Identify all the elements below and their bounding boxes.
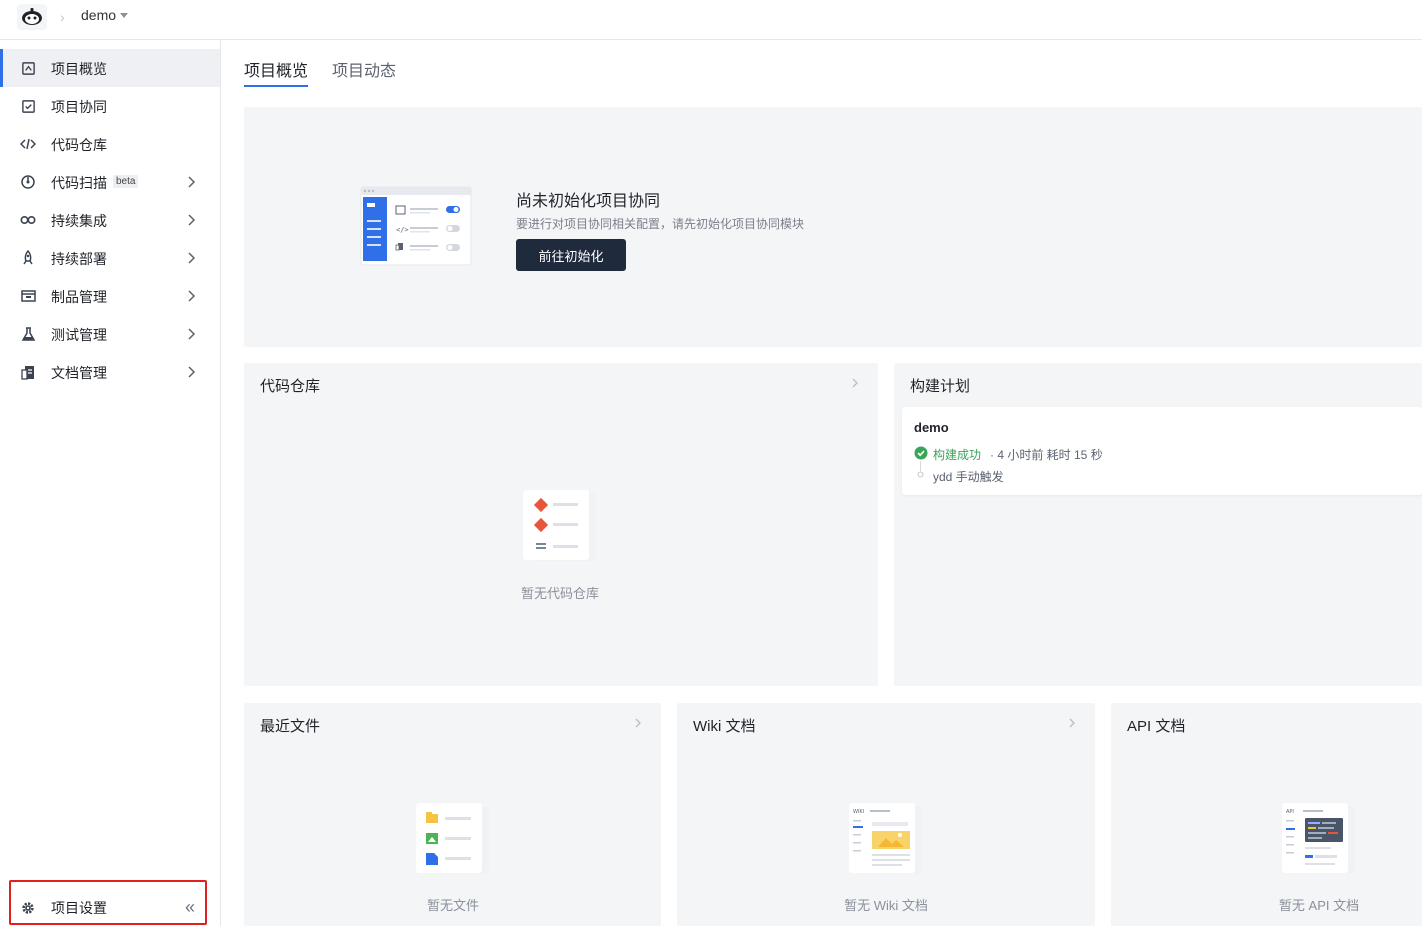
chevron-right-icon [188, 290, 196, 302]
tab-overview[interactable]: 项目概览 [244, 57, 309, 87]
sidebar-item-label: 项目协同 [51, 99, 107, 115]
sidebar-item-label: 项目概览 [51, 61, 107, 77]
sidebar-item-ci[interactable]: 持续集成 [0, 201, 220, 239]
chevron-right-icon [188, 252, 196, 264]
files-empty-text: 暂无文件 [426, 898, 479, 913]
sidebar-item-overview[interactable]: 项目概览 [0, 49, 220, 87]
code-icon [20, 136, 36, 152]
sidebar-item-collaboration[interactable]: 项目协同 [0, 87, 220, 125]
sidebar-item-label: 项目设置 [51, 900, 107, 916]
project-switcher[interactable]: demo [81, 7, 129, 23]
sidebar-item-label: 代码仓库 [51, 137, 107, 153]
checkbox-icon [20, 98, 36, 114]
document-icon [20, 364, 36, 380]
app-logo[interactable] [17, 4, 47, 30]
rocket-icon [20, 250, 36, 266]
beta-badge: beta [113, 175, 139, 188]
collapse-sidebar-icon[interactable]: « [185, 898, 195, 916]
build-card[interactable]: demo 构建成功 · 4 小时前 耗时 15 秒 ydd 手动触发 [902, 407, 1422, 495]
collaboration-illustration: </> [360, 186, 472, 266]
panel-title: 代码仓库 [260, 378, 321, 395]
caret-down-icon [120, 13, 129, 18]
timeline-line [920, 461, 921, 471]
sidebar-item-label: 测试管理 [51, 327, 107, 343]
sidebar-item-label: 文档管理 [51, 365, 107, 381]
build-status: 构建成功 [933, 448, 982, 462]
gear-icon [20, 900, 36, 916]
files-empty-illustration [416, 803, 489, 874]
build-meta: · 4 小时前 耗时 15 秒 [990, 448, 1103, 462]
sidebar-item-testing[interactable]: 测试管理 [0, 315, 220, 353]
svg-text:</>: </> [396, 226, 409, 234]
go-initialize-button[interactable]: 前往初始化 [516, 239, 626, 271]
chevron-right-icon[interactable] [1067, 718, 1077, 728]
sidebar-item-settings[interactable]: 项目设置 « [0, 888, 220, 926]
sidebar-item-label: 代码扫描 [51, 175, 107, 191]
panel-title: API 文档 [1127, 718, 1186, 735]
svg-text:API: API [1286, 809, 1294, 815]
panel-title: 构建计划 [910, 378, 971, 395]
chevron-right-icon [188, 328, 196, 340]
scan-icon [20, 174, 36, 190]
sidebar-item-artifacts[interactable]: 制品管理 [0, 277, 220, 315]
sidebar-item-label: 持续部署 [51, 251, 107, 267]
logo-icon [22, 8, 42, 25]
sidebar-item-code-scan[interactable]: 代码扫描 beta [0, 163, 220, 201]
chevron-right-icon[interactable] [850, 378, 860, 388]
panel-title: Wiki 文档 [693, 718, 756, 735]
breadcrumb-separator-icon: › [60, 9, 65, 25]
chevron-right-icon [188, 214, 196, 226]
svg-text:WIKI: WIKI [853, 809, 864, 815]
project-name: demo [81, 7, 117, 23]
timeline-dot-icon [917, 471, 924, 478]
api-empty-text: 暂无 API 文档 [1278, 898, 1360, 913]
code-repo-empty-text: 暂无代码仓库 [520, 586, 599, 601]
sidebar-item-label: 持续集成 [51, 213, 107, 229]
api-empty-illustration: API [1282, 803, 1355, 874]
tab-activity[interactable]: 项目动态 [332, 57, 396, 87]
panel-title: 最近文件 [260, 718, 321, 735]
box-icon [20, 288, 36, 304]
sidebar-item-cd[interactable]: 持续部署 [0, 239, 220, 277]
infinity-icon [20, 212, 36, 228]
sidebar-item-label: 制品管理 [51, 289, 107, 305]
wiki-empty-illustration: WIKI [849, 803, 922, 874]
sidebar-item-docs[interactable]: 文档管理 [0, 353, 220, 391]
build-name[interactable]: demo [914, 420, 949, 435]
sidebar: 项目概览 项目协同 代码仓库 代码扫描 beta 持续集成 持续部署 制品管理 … [0, 40, 221, 926]
success-check-icon [914, 446, 928, 460]
build-trigger: ydd 手动触发 [933, 470, 1004, 484]
api-panel: API 文档 [1111, 703, 1422, 926]
top-bar: › demo [0, 0, 1422, 40]
init-title: 尚未初始化项目协同 [516, 193, 661, 210]
init-description: 要进行对项目协同相关配置，请先初始化项目协同模块 [516, 217, 805, 231]
chevron-right-icon[interactable] [633, 718, 643, 728]
wiki-empty-text: 暂无 Wiki 文档 [844, 898, 928, 913]
code-repo-empty-illustration [523, 490, 596, 561]
chevron-right-icon [188, 366, 196, 378]
flask-icon [20, 326, 36, 342]
chevron-right-icon [188, 176, 196, 188]
home-icon [20, 60, 36, 76]
sidebar-item-code-repo[interactable]: 代码仓库 [0, 125, 220, 163]
